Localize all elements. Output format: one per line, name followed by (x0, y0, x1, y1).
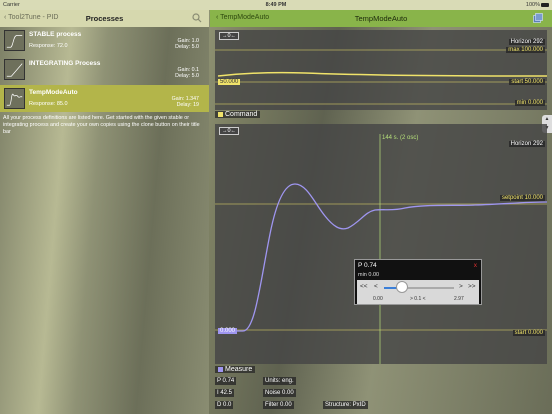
units-setting[interactable]: Units: eng. (263, 377, 296, 385)
detail-title: TempModeAuto (354, 13, 408, 23)
slider-knob[interactable] (395, 281, 408, 293)
slider-step: > 0.1 < (410, 296, 426, 302)
clock: 8:49 PM (265, 2, 287, 8)
slider-low: 0.00 (373, 296, 383, 302)
measure-start: start 0.000 (512, 330, 545, 336)
process-delay: Delay: 5.0 (175, 44, 199, 50)
command-plot-canvas (215, 49, 547, 105)
measure-plot-canvas (215, 134, 547, 364)
list-item[interactable]: STABLE process Response: 72.0 Gain: 1.0 … (0, 27, 209, 55)
search-icon[interactable] (192, 13, 202, 23)
step-down-button[interactable]: < (374, 283, 378, 290)
help-text: All your process definitions are listed … (3, 115, 200, 135)
battery-icon (541, 3, 549, 7)
clone-icon[interactable] (533, 13, 543, 23)
param-d[interactable]: D 0.0 (215, 401, 234, 409)
command-legend-label: Command (225, 111, 258, 118)
measure-plot[interactable]: →0← 144 s. (2 osc) Horizon 292 setpoint … (215, 124, 547, 364)
measure-swatch (218, 366, 223, 372)
param-p[interactable]: P 0.74 (215, 377, 237, 385)
process-list-pane: ‹ Tool2Tune - PID Processes STABLE proce… (0, 10, 209, 414)
slider-high: 2.97 (454, 296, 464, 302)
right-nav-bar: ‹ TempModeAuto TempModeAuto (210, 10, 552, 27)
battery-label: 100% (525, 2, 540, 8)
command-legend[interactable]: Command (215, 111, 261, 118)
process-name: INTEGRATING Process (29, 60, 101, 67)
process-response: Response: 85.0 (29, 101, 68, 107)
cursor-label: 144 s. (2 osc) (382, 135, 419, 141)
command-current: 50.000 (218, 79, 241, 85)
noise-setting[interactable]: Noise 0.00 (263, 389, 296, 397)
command-max: max 100.000 (506, 47, 545, 53)
structure-setting[interactable]: Structure: PxID (323, 401, 368, 409)
page-title: Processes (85, 13, 124, 23)
process-name: TempModeAuto (29, 89, 78, 96)
left-nav-bar: ‹ Tool2Tune - PID Processes (0, 10, 209, 27)
status-bar: Carrier 8:49 PM 100% (0, 0, 552, 10)
command-zoom-reset[interactable]: →0← (219, 32, 240, 40)
process-response: Response: 72.0 (29, 43, 68, 49)
command-swatch (218, 111, 223, 117)
measure-series (218, 183, 547, 332)
list-item[interactable]: INTEGRATING Process Gain: 0.1 Delay: 5.0 (0, 56, 209, 84)
command-plot[interactable]: →0← Horizon 292 max 100.000 50.000 start… (215, 30, 547, 110)
measure-legend[interactable]: Measure (215, 366, 256, 373)
command-horizon: Horizon 292 (508, 39, 545, 45)
param-i[interactable]: I 42.5 (215, 389, 235, 397)
setpoint-label: setpoint 10.000 (499, 195, 545, 201)
measure-horizon: Horizon 292 (508, 141, 545, 147)
step-up-large-button[interactable]: >> (468, 283, 476, 290)
step-down-large-button[interactable]: << (360, 283, 368, 290)
measure-current: 0.000 (218, 328, 238, 334)
measure-legend-label: Measure (225, 366, 253, 373)
measure-zoom-reset[interactable]: →0← (219, 127, 240, 135)
filter-setting[interactable]: Filter 0.00 (263, 401, 294, 409)
list-item-selected[interactable]: TempModeAuto Response: 85.0 Gain: 1.347 … (0, 85, 209, 112)
process-thumbnail (4, 88, 25, 109)
command-series (217, 71, 547, 77)
close-icon[interactable]: x (474, 262, 477, 269)
command-min: min 0.000 (514, 100, 545, 106)
command-start: start 50.000 (509, 79, 545, 85)
step-up-button[interactable]: > (459, 283, 463, 290)
process-delay: Delay: 19 (176, 102, 199, 108)
p-tuning-popup: P 0.74 x min 0.00 << < > >> 0.00 > 0.1 <… (354, 259, 482, 305)
p-slider[interactable] (384, 287, 454, 289)
popup-min: min 0.00 (358, 272, 380, 278)
process-thumbnail (4, 59, 25, 80)
slider-panel: << < > >> 0.00 > 0.1 < 2.97 (357, 280, 479, 304)
process-name: STABLE process (29, 31, 82, 38)
process-thumbnail (4, 30, 25, 51)
process-delay: Delay: 5.0 (175, 73, 199, 79)
popup-title: P 0.74 (358, 262, 377, 269)
